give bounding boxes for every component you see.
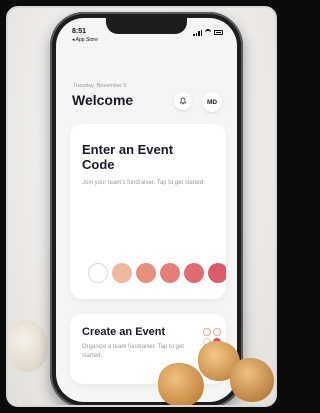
event-code-subtitle: Join your team's fundraiser. Tap to get … — [82, 180, 204, 186]
avatar[interactable]: MD — [202, 92, 222, 112]
create-event-title: Create an Event — [82, 326, 166, 338]
code-dot-4 — [160, 263, 180, 283]
battery-icon — [214, 30, 223, 35]
code-dot-6 — [208, 263, 226, 283]
app-store-back-link[interactable]: ◂ App Store — [72, 37, 98, 43]
notification-button[interactable] — [174, 92, 192, 110]
popcorn-left — [8, 320, 48, 372]
status-time: 8:51 — [72, 28, 87, 35]
status-icons — [193, 29, 223, 36]
popcorn-right-1 — [158, 363, 204, 405]
bell-icon — [179, 97, 187, 105]
event-code-title: Enter an Event Code — [82, 142, 174, 172]
create-icon-dot-1 — [203, 328, 211, 336]
page-title: Welcome — [72, 92, 134, 108]
create-event-subtitle: Organize a team fundraiser. Tap to get s… — [82, 344, 184, 359]
code-dot-3 — [136, 263, 156, 283]
signal-icon — [193, 29, 202, 36]
wifi-icon — [205, 29, 211, 36]
event-code-card[interactable]: Enter an Event Code Join your team's fun… — [70, 124, 226, 299]
code-dot-1 — [88, 263, 108, 283]
create-icon-dot-2 — [213, 328, 221, 336]
phone-notch — [106, 18, 187, 34]
image-frame: 8:51 ◂ App Store Tuesday, November 5 Wel… — [6, 6, 277, 407]
code-entry-dots[interactable] — [88, 263, 226, 283]
popcorn-right-3 — [230, 358, 274, 402]
code-dot-2 — [112, 263, 132, 283]
date-label: Tuesday, November 5 — [73, 83, 127, 89]
code-dot-5 — [184, 263, 204, 283]
